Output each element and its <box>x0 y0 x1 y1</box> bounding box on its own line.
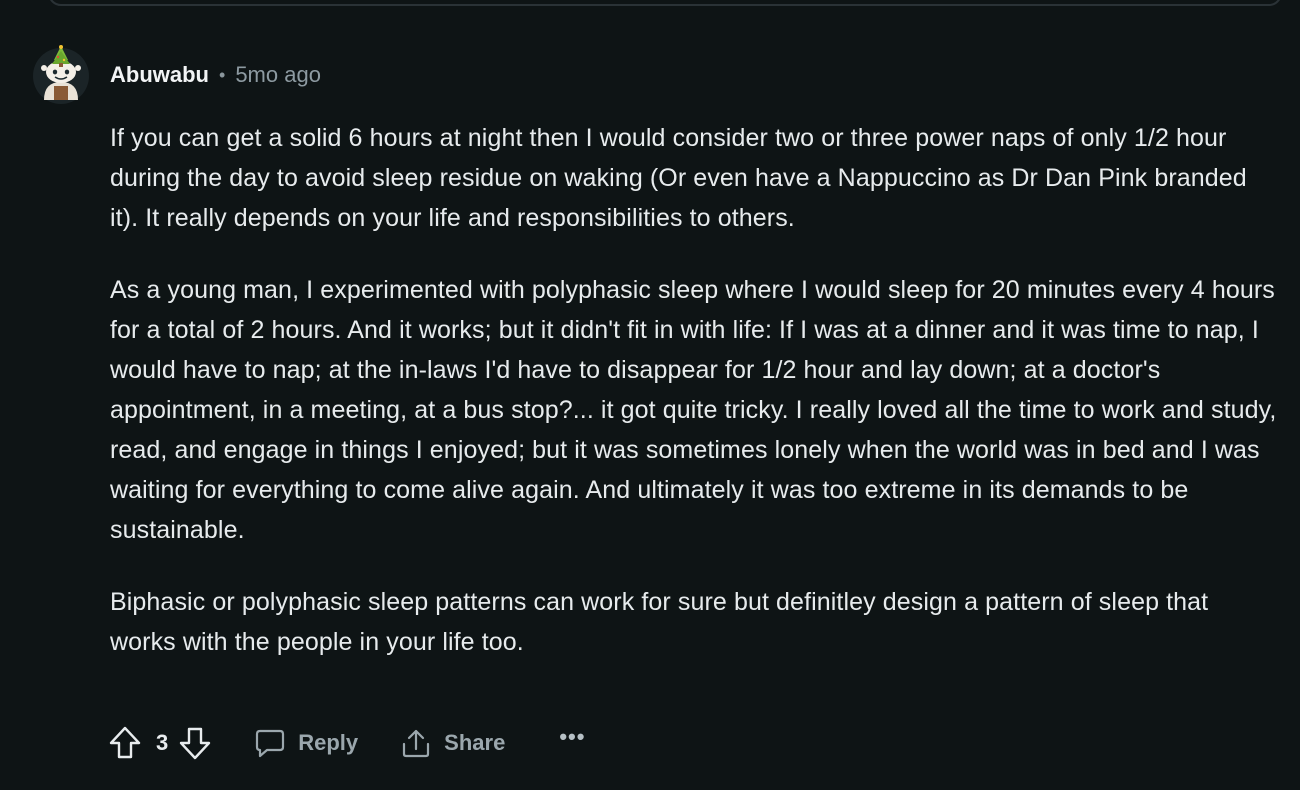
reply-button[interactable]: Reply <box>254 727 358 759</box>
reply-label: Reply <box>298 730 359 755</box>
downvote-button[interactable] <box>178 724 212 762</box>
upvote-arrow-icon <box>109 726 141 759</box>
comment-timestamp[interactable]: 5mo ago <box>235 62 321 88</box>
share-upload-icon <box>403 729 430 758</box>
comment-paragraph: As a young man, I experimented with poly… <box>110 276 1277 544</box>
vote-score: 3 <box>156 730 169 755</box>
header-separator: • <box>219 64 226 85</box>
share-label: Share <box>444 730 506 755</box>
speech-bubble-icon <box>256 729 285 758</box>
comment-action-bar: 3 Reply Share ••• <box>108 722 585 764</box>
snoo-avatar-icon <box>33 45 89 104</box>
comment-thread-item: Abuwabu • 5mo ago If you can get a solid… <box>0 0 1300 790</box>
upvote-button[interactable] <box>108 724 142 762</box>
comment-body: If you can get a solid 6 hours at night … <box>110 118 1280 694</box>
user-avatar[interactable] <box>30 42 92 104</box>
comment-header: Abuwabu • 5mo ago <box>110 62 321 88</box>
downvote-arrow-icon <box>180 727 211 760</box>
share-button[interactable]: Share <box>400 727 505 759</box>
more-options-ellipsis-icon[interactable]: ••• <box>559 724 585 750</box>
comment-paragraph: Biphasic or polyphasic sleep patterns ca… <box>110 588 1209 656</box>
author-name[interactable]: Abuwabu <box>110 62 209 88</box>
vote-controls: 3 <box>108 724 212 762</box>
comment-paragraph: If you can get a solid 6 hours at night … <box>110 124 1247 232</box>
